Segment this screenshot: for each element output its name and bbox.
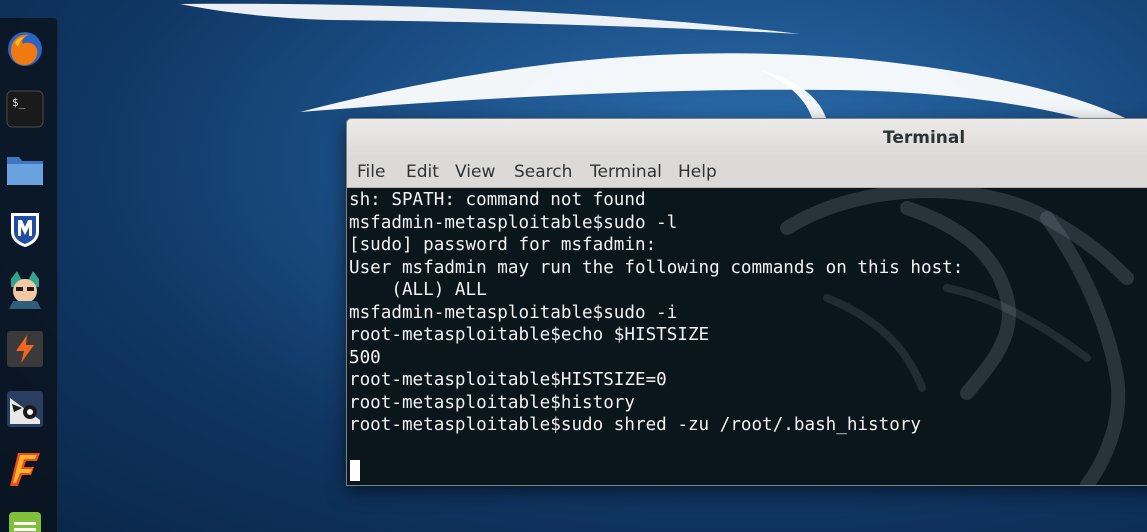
terminal-line: User msfadmin may run the following comm… — [349, 257, 964, 278]
terminal-line: msfadmin-metasploitable$sudo -i — [349, 302, 678, 323]
terminal-line: (ALL) ALL — [349, 280, 487, 300]
terminal-line: root-metasploitable$sudo shred -zu /root… — [349, 415, 921, 435]
window-title: Terminal — [883, 128, 966, 148]
terminal-line: [sudo] password for msfadmin: — [349, 235, 657, 255]
terminal-cursor — [350, 460, 360, 481]
terminal-icon: $_ — [6, 90, 44, 128]
faraday-icon — [10, 453, 40, 486]
dock-item-maltego[interactable] — [4, 388, 46, 430]
terminal-line: root-metasploitable$history — [349, 392, 635, 413]
terminal-line: root-metasploitable$echo $HISTSIZE — [349, 325, 710, 345]
armitage-icon — [9, 271, 41, 309]
menu-terminal[interactable]: Terminal — [590, 162, 662, 182]
terminal-line: sh: SPATH: command not found — [349, 190, 646, 210]
dock-item-leafpad[interactable] — [4, 508, 46, 532]
dock-item-firefox[interactable] — [4, 28, 46, 70]
terminal-line: 500 — [349, 347, 381, 368]
dock-item-metasploit[interactable] — [4, 208, 46, 250]
dock-item-terminal[interactable]: $_ — [4, 88, 46, 130]
menu-edit[interactable]: Edit — [406, 162, 439, 182]
firefox-icon — [8, 32, 42, 66]
svg-text:$_: $_ — [12, 96, 26, 109]
metasploit-icon — [11, 213, 39, 247]
terminal-lines: sh: SPATH: command not found msfadmin-me… — [349, 189, 963, 437]
leafpad-icon — [9, 512, 41, 532]
menu-search[interactable]: Search — [514, 162, 572, 182]
menu-help[interactable]: Help — [678, 162, 717, 182]
maltego-icon — [7, 391, 43, 427]
dock-item-faraday[interactable] — [4, 448, 46, 490]
terminal-line: msfadmin-metasploitable$sudo -l — [349, 212, 678, 233]
terminal-line: root-metasploitable$HISTSIZE=0 — [349, 370, 667, 390]
application-dock: $_ — [0, 18, 58, 532]
menubar: File Edit View Search Terminal Help — [347, 157, 1147, 188]
window-titlebar[interactable]: Terminal — [347, 119, 1147, 157]
folder-icon — [7, 157, 43, 185]
menu-file[interactable]: File — [357, 162, 385, 182]
dock-item-files[interactable] — [4, 148, 46, 190]
wallpaper-swoosh-upper — [180, 3, 800, 34]
terminal-window[interactable]: Terminal File Edit View Search Terminal … — [346, 118, 1147, 486]
terminal-output[interactable]: sh: SPATH: command not found msfadmin-me… — [347, 188, 1147, 485]
dock-item-burpsuite[interactable] — [4, 328, 46, 370]
menu-view[interactable]: View — [455, 162, 495, 182]
dock-item-armitage[interactable] — [4, 268, 46, 310]
burpsuite-icon — [7, 331, 43, 367]
